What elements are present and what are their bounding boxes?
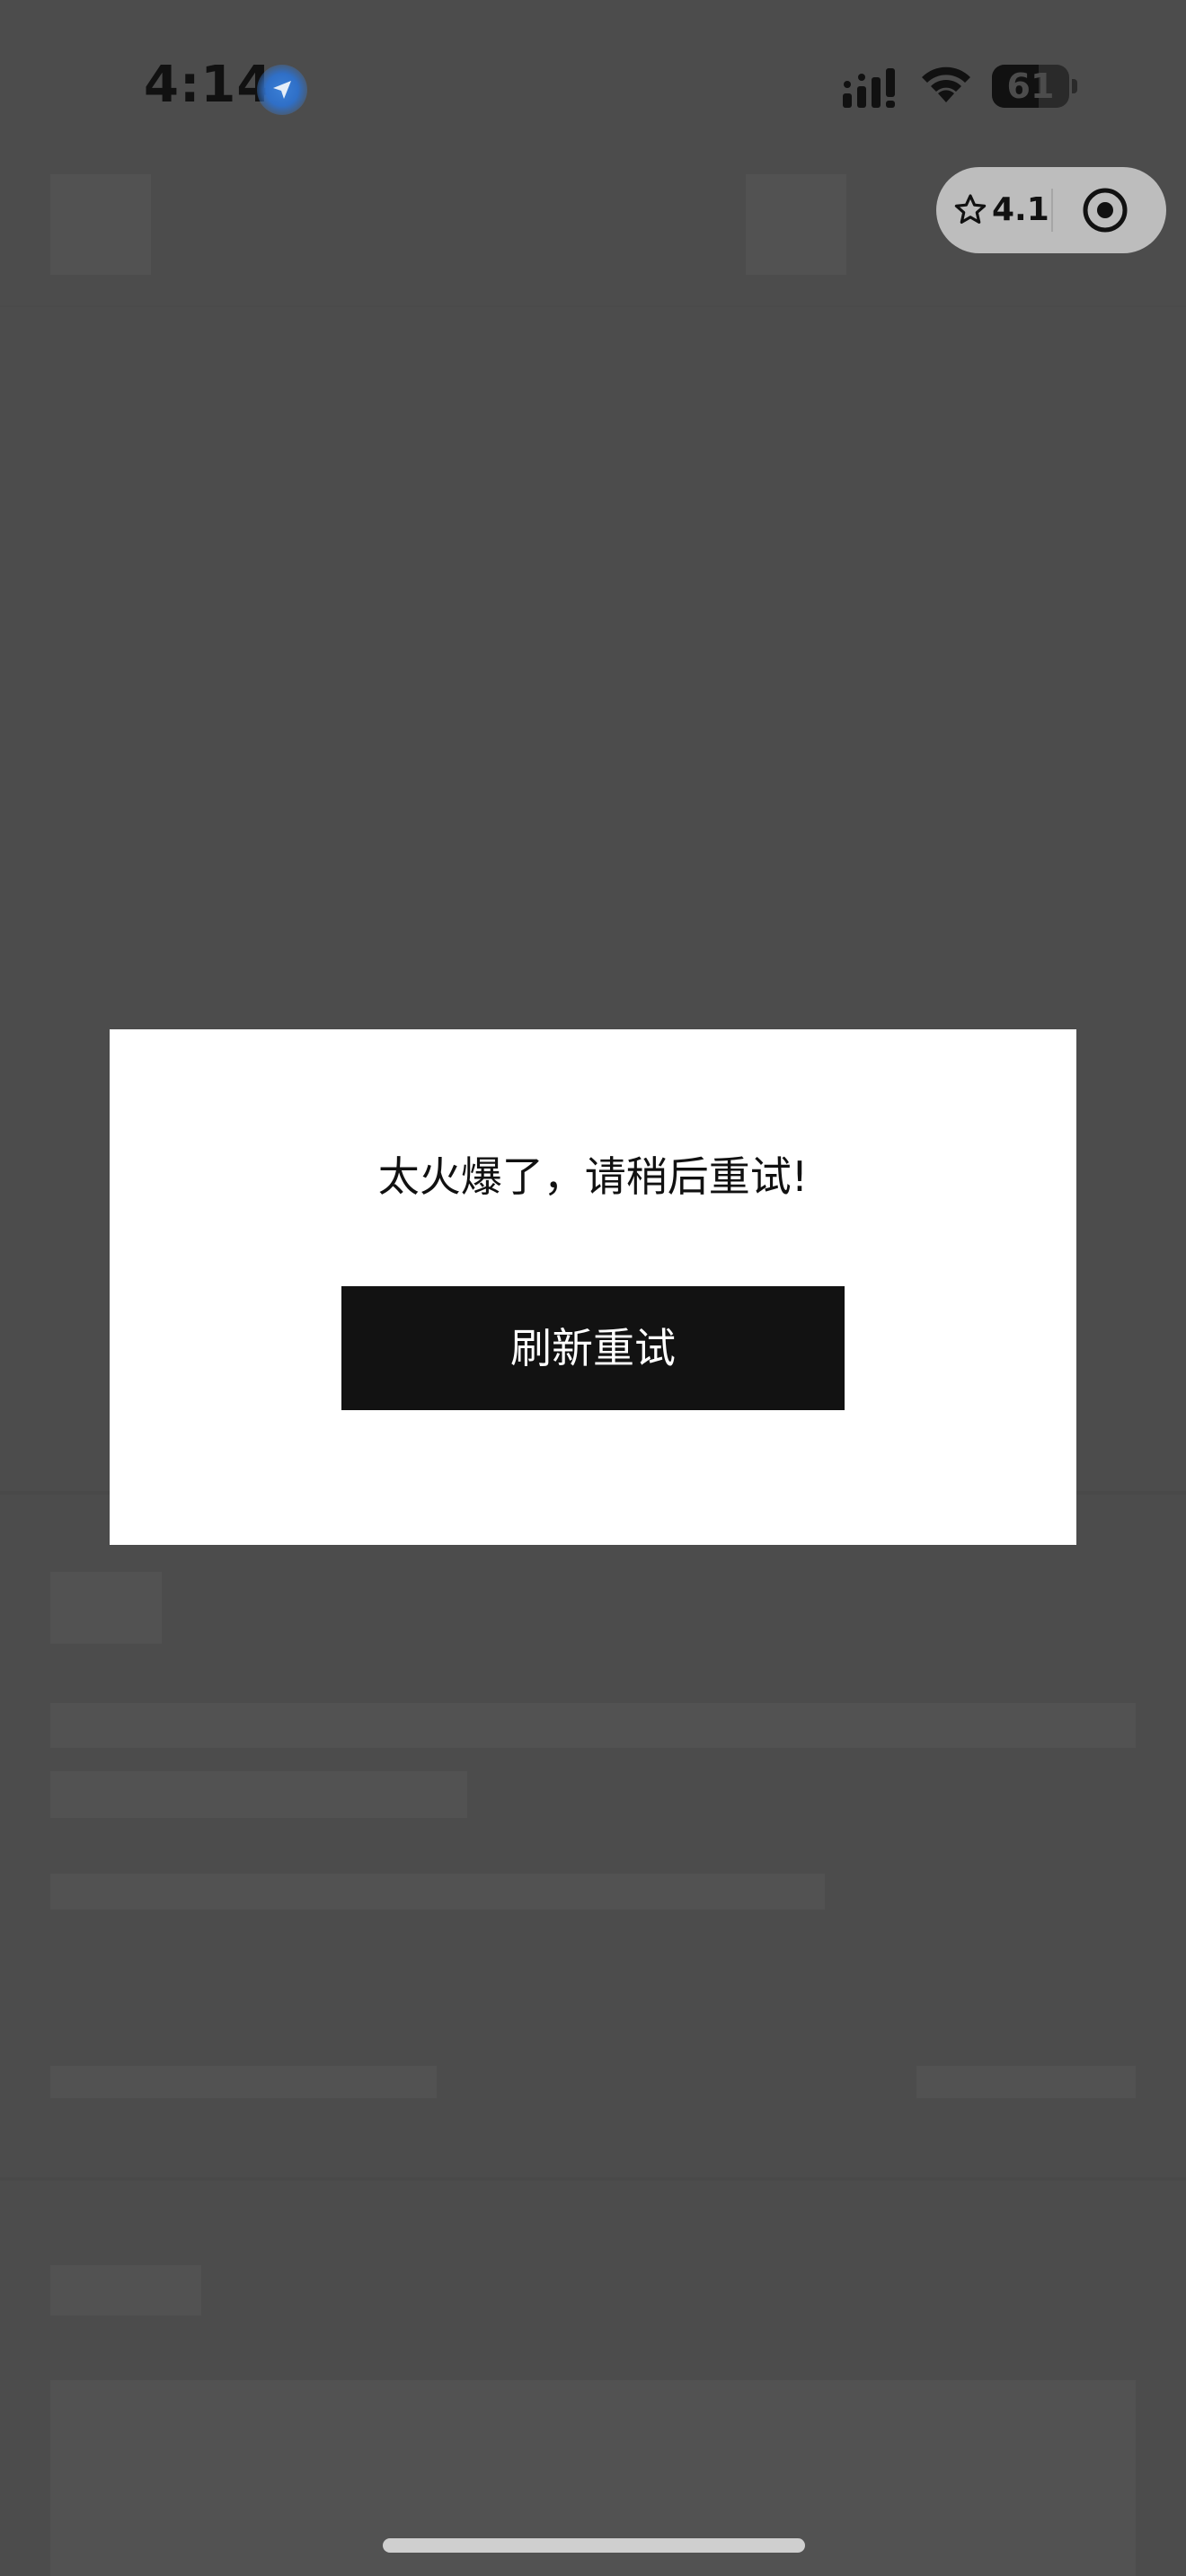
header-divider (0, 305, 1186, 307)
skeleton-block (50, 2265, 201, 2316)
status-time: 4:14 (144, 56, 273, 114)
skeleton-block (50, 1572, 162, 1644)
page-background: 4:14 61 4.1 太火爆了，请稍后重试! 刷新重试 (0, 0, 1186, 2576)
skeleton-line (50, 1874, 825, 1910)
status-bar: 4:14 61 (0, 0, 1186, 171)
record-target-icon[interactable] (1082, 187, 1128, 234)
wifi-icon (918, 63, 974, 106)
battery-level: 61 (1006, 66, 1055, 106)
error-message: 太火爆了，请稍后重试! (377, 1152, 809, 1201)
battery-icon: 61 (992, 65, 1078, 108)
header-middle-skeleton (746, 174, 846, 275)
battery-tip (1072, 79, 1077, 93)
battery-body: 61 (992, 65, 1069, 108)
star-outline-icon[interactable] (952, 192, 988, 228)
error-dialog: 太火爆了，请稍后重试! 刷新重试 (110, 1029, 1076, 1545)
skeleton-line (50, 1703, 1136, 1748)
skeleton-line (50, 2066, 437, 2098)
refresh-retry-button[interactable]: 刷新重试 (341, 1286, 845, 1410)
home-indicator[interactable] (383, 2538, 805, 2553)
location-arrow-icon (257, 65, 307, 115)
cellular-signal-icon (841, 65, 900, 111)
section-divider (0, 2177, 1186, 2181)
capsule-divider (1051, 189, 1053, 232)
mini-program-capsule: 4.1 (936, 167, 1166, 253)
header-left-skeleton (50, 174, 151, 275)
skeleton-line (916, 2066, 1136, 2098)
capsule-rating[interactable]: 4.1 (992, 189, 1049, 232)
skeleton-line (50, 1771, 467, 1818)
